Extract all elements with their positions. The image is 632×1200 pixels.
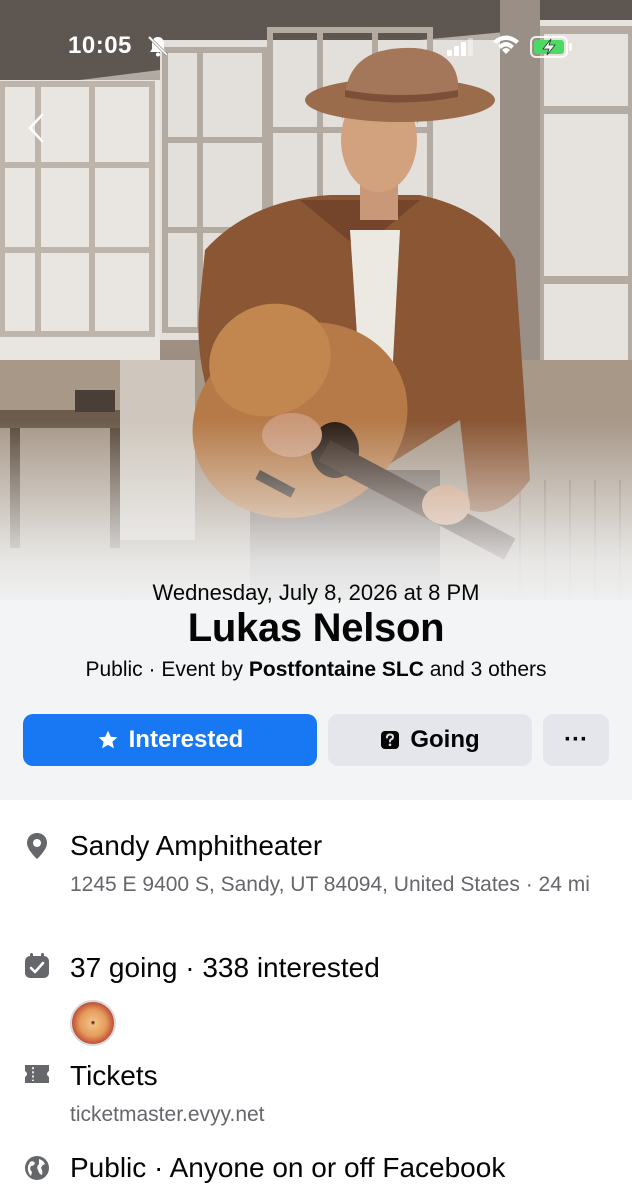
event-host-link[interactable]: Postfontaine SLC	[249, 658, 424, 681]
chevron-left-icon	[28, 113, 44, 143]
tickets-url[interactable]: ticketmaster.evyy.net	[70, 1100, 265, 1129]
tickets-label[interactable]: Tickets	[70, 1060, 158, 1092]
ticket-icon	[23, 1060, 51, 1088]
attendee-avatar[interactable]: ◉	[70, 1000, 116, 1046]
signal-icon	[447, 38, 473, 56]
location-name[interactable]: Sandy Amphitheater	[70, 830, 322, 862]
event-privacy: Public · Event by	[85, 658, 249, 681]
wifi-icon	[493, 35, 519, 54]
going-label: Going	[410, 726, 480, 753]
bell-slash-icon	[147, 35, 169, 57]
interested-button[interactable]: Interested	[23, 714, 317, 766]
status-time: 10:05	[68, 32, 132, 59]
event-meta: Public · Event by Postfontaine SLC and 3…	[0, 658, 632, 682]
event-title: Lukas Nelson	[187, 606, 445, 650]
location-pin-icon	[23, 832, 51, 860]
attendance-count[interactable]: 37 going · 338 interested	[70, 952, 380, 984]
event-details: Sandy Amphitheater 1245 E 9400 S, Sandy,…	[0, 800, 632, 1200]
calendar-check-icon	[23, 952, 51, 980]
more-options-button[interactable]: ···	[543, 714, 609, 766]
visibility-text: Public · Anyone on or off Facebook	[70, 1152, 506, 1183]
avatar-artwork: ◉	[90, 1020, 96, 1026]
event-date: Wednesday, July 8, 2026 at 8 PM	[152, 580, 480, 605]
interested-label: Interested	[128, 726, 244, 753]
location-address[interactable]: 1245 E 9400 S, Sandy, UT 84094, United S…	[70, 870, 615, 899]
globe-icon	[23, 1154, 51, 1182]
battery-charging-icon	[530, 36, 572, 58]
going-button[interactable]: Going	[328, 714, 532, 766]
question-box-icon	[381, 731, 400, 749]
event-cohosts-link[interactable]: and 3 others	[424, 658, 547, 681]
more-options-label: ···	[564, 726, 588, 753]
status-bar: 10:05	[0, 0, 632, 96]
back-button[interactable]	[18, 108, 54, 148]
star-icon	[98, 730, 117, 749]
